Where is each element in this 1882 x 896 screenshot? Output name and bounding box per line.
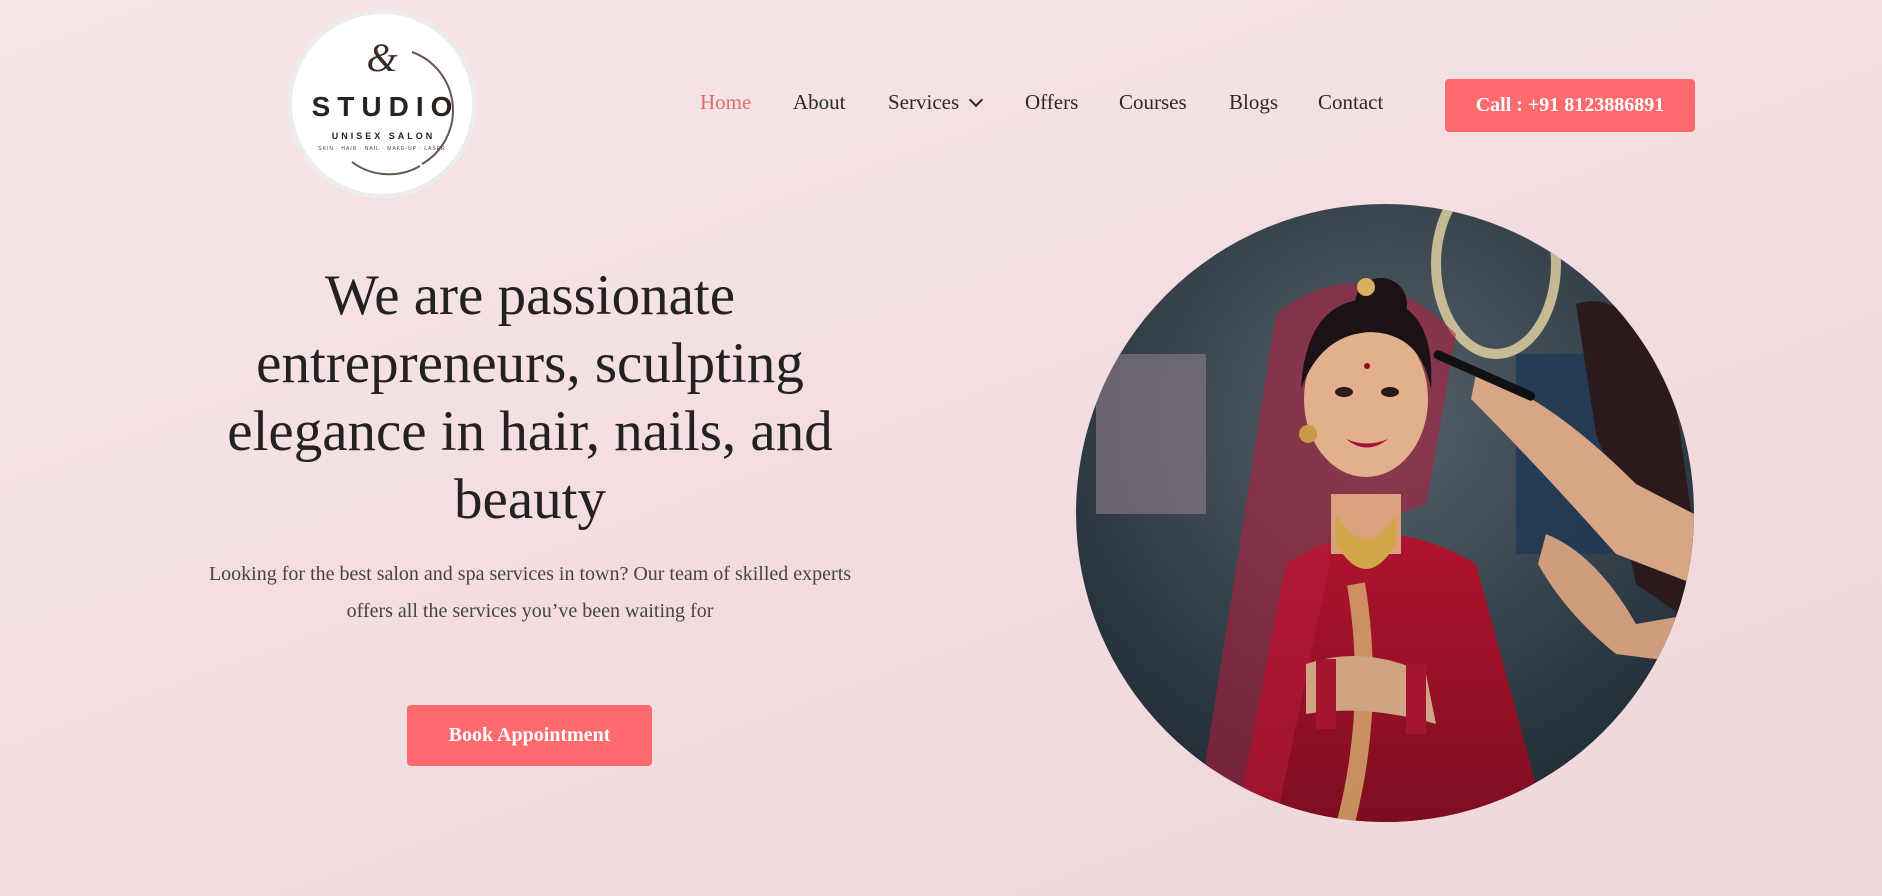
book-appointment-button[interactable]: Book Appointment <box>407 705 652 766</box>
nav-offers[interactable]: Offers <box>1025 90 1078 115</box>
nav-contact[interactable]: Contact <box>1318 90 1383 115</box>
logo-name: STUDIO <box>311 91 460 122</box>
nav-courses[interactable]: Courses <box>1119 90 1187 115</box>
studio-logo[interactable]: & STUDIO UNISEX SALON SKIN · HAIR · NAIL… <box>292 14 472 194</box>
call-button[interactable]: Call : +91 8123886891 <box>1445 79 1695 132</box>
chevron-down-icon <box>969 92 984 108</box>
logo-monogram: & <box>366 35 398 80</box>
nav-services[interactable]: Services <box>888 90 984 115</box>
logo-subtitle: UNISEX SALON <box>331 131 436 141</box>
logo-tagline: SKIN · HAIR · NAIL · MAKE-UP · LASER <box>318 146 446 152</box>
bride-makeup-illustration <box>1076 204 1694 822</box>
hero-title: We are passionate entrepreneurs, sculpti… <box>227 264 833 531</box>
nav-home[interactable]: Home <box>700 90 751 115</box>
nav-about[interactable]: About <box>793 90 846 115</box>
hero-subtitle: Looking for the best salon and spa servi… <box>208 563 852 622</box>
nav-blogs[interactable]: Blogs <box>1229 90 1278 115</box>
nav-services-label: Services <box>888 90 960 114</box>
hero-bride-image <box>1076 204 1694 822</box>
